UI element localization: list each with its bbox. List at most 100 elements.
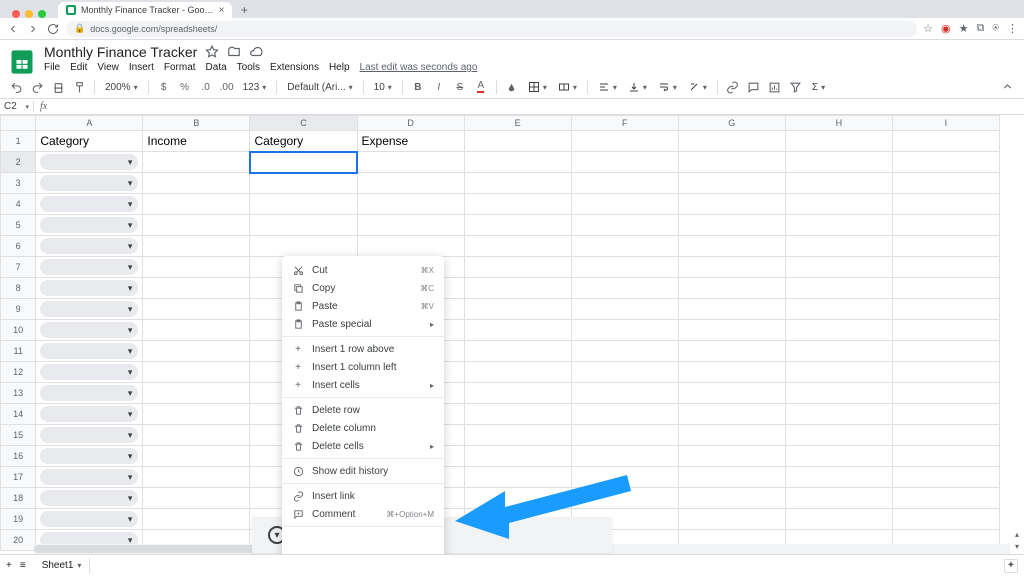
ctx-comment[interactable]: Comment⌘+Option+M	[282, 505, 444, 523]
col-header[interactable]: H	[785, 116, 892, 131]
cell[interactable]	[785, 341, 892, 362]
zoom-select[interactable]: 200%	[102, 82, 141, 93]
collapse-toolbar-icon[interactable]	[1000, 79, 1016, 95]
cell[interactable]	[143, 383, 250, 404]
cell[interactable]	[464, 341, 571, 362]
add-sheet-button[interactable]: +	[6, 560, 12, 571]
cell[interactable]: Category	[250, 131, 357, 152]
cell[interactable]	[785, 425, 892, 446]
insert-comment-icon[interactable]	[746, 79, 762, 95]
cell[interactable]	[36, 278, 143, 299]
cell[interactable]	[250, 152, 357, 173]
number-format-select[interactable]: 123	[240, 82, 270, 93]
dropdown-chip[interactable]	[40, 364, 138, 380]
cell[interactable]	[143, 467, 250, 488]
h-align-icon[interactable]	[595, 81, 620, 93]
redo-icon[interactable]	[29, 79, 45, 95]
cell[interactable]	[143, 299, 250, 320]
cell[interactable]	[250, 173, 357, 194]
text-wrap-icon[interactable]	[655, 81, 680, 93]
dropdown-chip[interactable]	[40, 238, 138, 254]
vertical-scroll-arrows[interactable]: ▴▾	[1012, 530, 1022, 552]
col-header[interactable]: I	[892, 116, 999, 131]
browser-menu-icon[interactable]: ⋮	[1007, 22, 1018, 35]
ctx-cut[interactable]: Cut⌘X	[282, 261, 444, 279]
dropdown-chip[interactable]	[40, 217, 138, 233]
cell[interactable]	[785, 152, 892, 173]
menu-file[interactable]: File	[44, 62, 60, 73]
ext-icon[interactable]: ☆	[923, 22, 933, 35]
all-sheets-button[interactable]: ≡	[20, 560, 26, 571]
cell[interactable]	[143, 488, 250, 509]
maximize-window-icon[interactable]	[38, 10, 46, 18]
minimize-window-icon[interactable]	[25, 10, 33, 18]
row-header[interactable]: 14	[1, 404, 36, 425]
menu-format[interactable]: Format	[164, 62, 196, 73]
cell[interactable]	[464, 131, 571, 152]
name-box[interactable]: C2	[0, 101, 34, 112]
cell[interactable]	[36, 299, 143, 320]
menu-extensions[interactable]: Extensions	[270, 62, 319, 73]
cell[interactable]	[892, 488, 999, 509]
col-header[interactable]: D	[357, 116, 464, 131]
cell[interactable]	[36, 194, 143, 215]
row-header[interactable]: 3	[1, 173, 36, 194]
dropdown-chip[interactable]	[40, 196, 138, 212]
cell[interactable]	[892, 446, 999, 467]
increase-decimal-icon[interactable]: .00	[219, 79, 235, 95]
undo-icon[interactable]	[8, 79, 24, 95]
row-header[interactable]: 11	[1, 341, 36, 362]
v-align-icon[interactable]	[625, 81, 650, 93]
cell[interactable]	[892, 362, 999, 383]
cell[interactable]	[571, 194, 678, 215]
text-rotate-icon[interactable]	[685, 81, 710, 93]
paint-format-icon[interactable]	[71, 79, 87, 95]
cell[interactable]	[36, 362, 143, 383]
cell[interactable]	[678, 383, 785, 404]
cell[interactable]	[36, 236, 143, 257]
dropdown-chip[interactable]	[40, 259, 138, 275]
cell[interactable]	[464, 215, 571, 236]
cell[interactable]	[36, 257, 143, 278]
cell[interactable]	[892, 152, 999, 173]
menu-help[interactable]: Help	[329, 62, 350, 73]
cell[interactable]	[143, 173, 250, 194]
dropdown-chip[interactable]	[40, 490, 138, 506]
insert-link-icon[interactable]	[725, 79, 741, 95]
select-all-corner[interactable]	[1, 116, 36, 131]
dropdown-chip[interactable]	[40, 343, 138, 359]
move-folder-icon[interactable]	[227, 45, 241, 59]
cell[interactable]	[36, 425, 143, 446]
cell[interactable]	[143, 236, 250, 257]
cell[interactable]	[892, 341, 999, 362]
cell[interactable]	[678, 362, 785, 383]
cell[interactable]	[464, 278, 571, 299]
dropdown-chip[interactable]	[40, 175, 138, 191]
cell[interactable]	[892, 299, 999, 320]
cell[interactable]	[785, 383, 892, 404]
cell[interactable]	[464, 362, 571, 383]
row-header[interactable]: 19	[1, 509, 36, 530]
row-header[interactable]: 6	[1, 236, 36, 257]
cell[interactable]	[571, 320, 678, 341]
cell[interactable]	[36, 467, 143, 488]
cell[interactable]: Category	[36, 131, 143, 152]
currency-icon[interactable]: $	[156, 79, 172, 95]
ctx-delete-row[interactable]: Delete row	[282, 401, 444, 419]
cell[interactable]	[143, 362, 250, 383]
sheets-logo-icon[interactable]	[8, 48, 36, 76]
row-header[interactable]: 5	[1, 215, 36, 236]
cell[interactable]	[250, 215, 357, 236]
cell[interactable]	[892, 509, 999, 530]
cell[interactable]	[36, 446, 143, 467]
decrease-decimal-icon[interactable]: .0	[198, 79, 214, 95]
cell[interactable]	[464, 446, 571, 467]
cell[interactable]	[892, 257, 999, 278]
merge-cells-icon[interactable]	[555, 81, 580, 93]
cell[interactable]	[464, 404, 571, 425]
row-header[interactable]: 9	[1, 299, 36, 320]
row-header[interactable]: 1	[1, 131, 36, 152]
close-window-icon[interactable]	[12, 10, 20, 18]
new-tab-button[interactable]: +	[236, 2, 252, 18]
star-icon[interactable]	[205, 45, 219, 59]
